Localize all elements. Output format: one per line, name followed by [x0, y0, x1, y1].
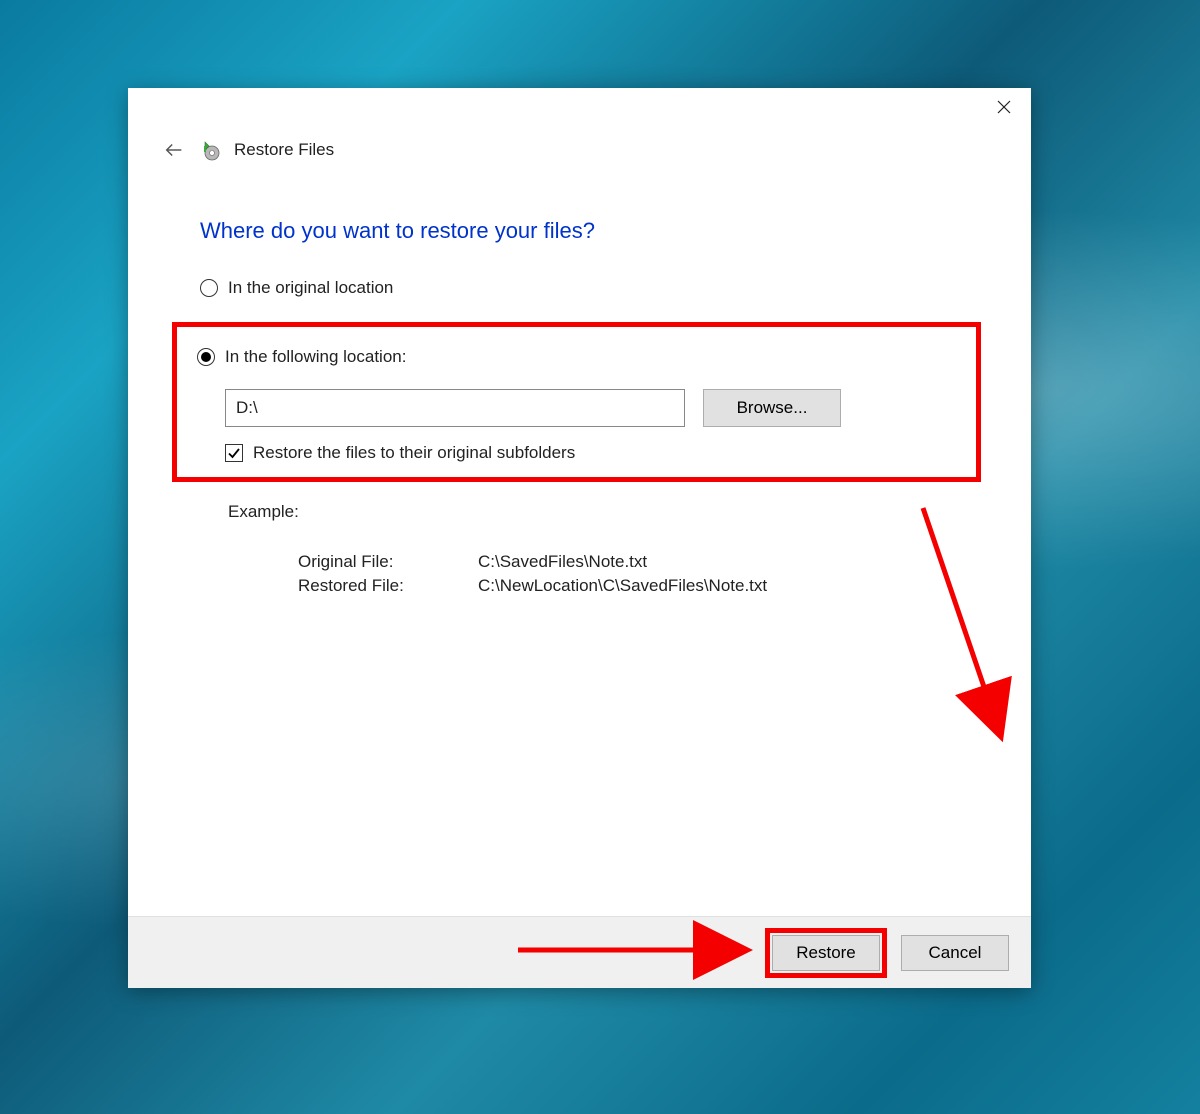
radio-following-location[interactable]: In the following location: — [197, 347, 936, 367]
example-label: Example: — [228, 502, 971, 522]
radio-label: In the original location — [228, 278, 393, 298]
dialog-title: Restore Files — [234, 140, 334, 160]
example-restored-value: C:\NewLocation\C\SavedFiles\Note.txt — [478, 576, 971, 596]
checkbox-label: Restore the files to their original subf… — [253, 443, 575, 463]
dialog-footer: Restore Cancel — [128, 916, 1031, 988]
restore-files-icon — [200, 139, 222, 161]
restore-highlight-annotation: Restore — [765, 928, 887, 978]
location-input-row: Browse... — [225, 389, 936, 427]
restore-button[interactable]: Restore — [772, 935, 880, 971]
highlight-annotation-box: In the following location: Browse... Res… — [172, 322, 981, 482]
close-icon — [997, 100, 1011, 114]
titlebar — [128, 88, 1031, 118]
dialog-header: Restore Files — [128, 118, 1031, 164]
restore-path-input[interactable] — [225, 389, 685, 427]
radio-label: In the following location: — [225, 347, 406, 367]
browse-button[interactable]: Browse... — [703, 389, 841, 427]
dialog-content: Where do you want to restore your files?… — [128, 164, 1031, 916]
restore-files-dialog: Restore Files Where do you want to resto… — [128, 88, 1031, 988]
restore-subfolders-checkbox[interactable]: Restore the files to their original subf… — [225, 443, 936, 463]
back-arrow-icon — [163, 139, 185, 161]
radio-original-location[interactable]: In the original location — [200, 278, 971, 298]
example-block: Example: Original File: C:\SavedFiles\No… — [228, 502, 971, 596]
example-restored-label: Restored File: — [298, 576, 478, 596]
page-heading: Where do you want to restore your files? — [200, 218, 971, 244]
example-original-value: C:\SavedFiles\Note.txt — [478, 552, 971, 572]
cancel-button[interactable]: Cancel — [901, 935, 1009, 971]
radio-icon — [197, 348, 215, 366]
radio-icon — [200, 279, 218, 297]
checkbox-icon — [225, 444, 243, 462]
example-original-label: Original File: — [298, 552, 478, 572]
back-button[interactable] — [160, 136, 188, 164]
